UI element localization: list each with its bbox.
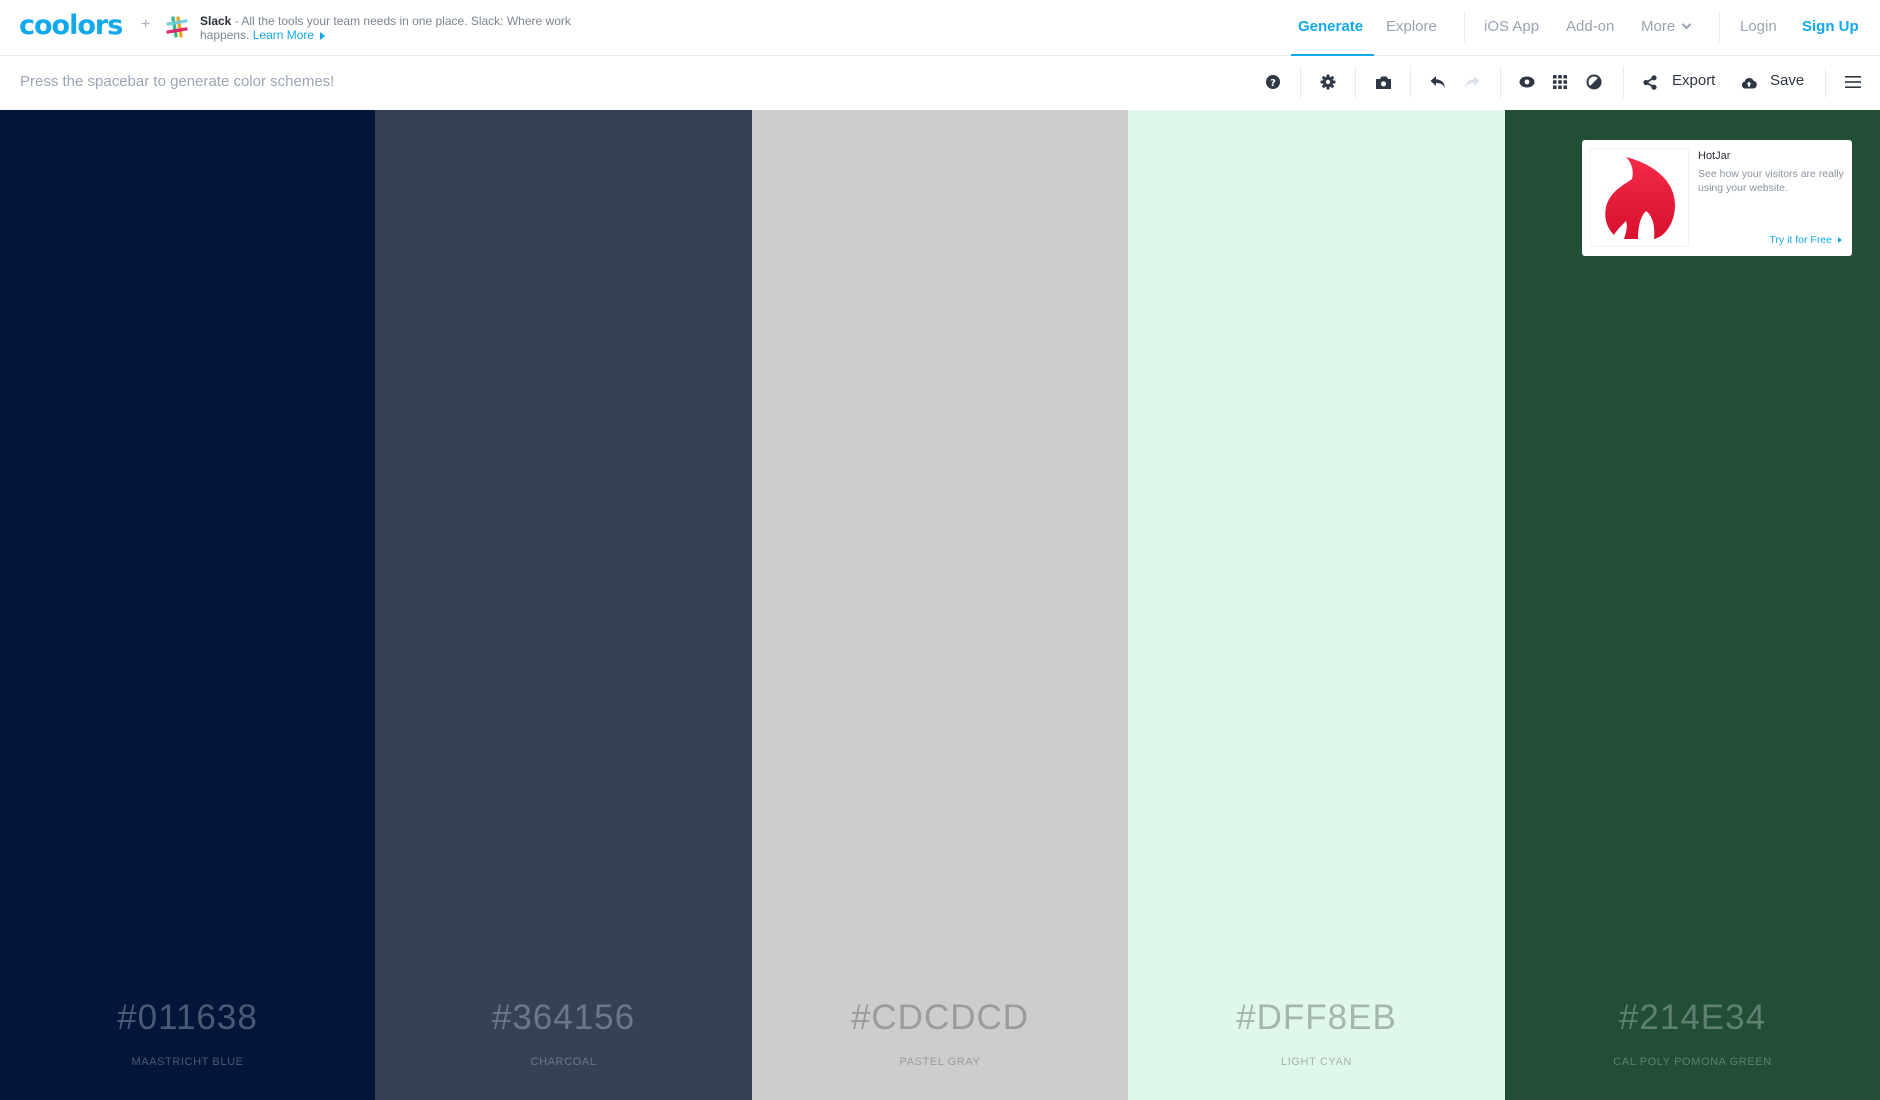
share-icon[interactable] — [1639, 71, 1661, 93]
hex-code[interactable]: #364156 — [375, 998, 752, 1038]
flame-icon — [1604, 156, 1675, 239]
toolbar-divider — [1623, 66, 1624, 98]
nav-divider — [1464, 12, 1465, 42]
color-name: CHARCOAL — [530, 1056, 597, 1068]
svg-text:?: ? — [1270, 78, 1276, 89]
undo-icon[interactable] — [1427, 71, 1449, 93]
hex-code[interactable]: #011638 — [0, 998, 375, 1038]
color-column[interactable]: #364156 CHARCOAL — [375, 110, 752, 1100]
nav-generate[interactable]: Generate — [1298, 0, 1363, 56]
camera-icon[interactable] — [1372, 71, 1394, 93]
toolbar-divider — [1500, 66, 1501, 98]
caret-right-icon — [320, 31, 326, 40]
ad-cta-label: Try it for Free — [1769, 234, 1832, 246]
ad-description: See how your visitors are really using y… — [1698, 168, 1844, 194]
ad-brand: Slack — [200, 14, 232, 28]
color-name: PASTEL GRAY — [899, 1056, 981, 1068]
contrast-icon[interactable] — [1583, 71, 1605, 93]
nav-addon[interactable]: Add-on — [1566, 0, 1614, 56]
help-icon[interactable]: ? — [1262, 71, 1284, 93]
learn-more-link[interactable]: Learn More — [253, 28, 314, 42]
color-column[interactable]: #011638 MAASTRICHT BLUE — [0, 110, 375, 1100]
color-column[interactable]: #214E34 CAL POLY POMONA GREEN — [1505, 110, 1880, 1100]
cloud-upload-icon[interactable] — [1738, 71, 1760, 93]
nav-ios-app[interactable]: iOS App — [1484, 0, 1539, 56]
hotjar-ad-card[interactable]: HotJar See how your visitors are really … — [1582, 140, 1852, 256]
ad-image — [1590, 148, 1689, 247]
toolbar-divider — [1300, 66, 1301, 98]
spacebar-hint: Press the spacebar to generate color sch… — [20, 73, 335, 90]
menu-icon[interactable] — [1842, 71, 1864, 93]
color-palette: #011638 MAASTRICHT BLUE #364156 CHARCOAL… — [0, 110, 1880, 1100]
sponsor-ad: Slack - All the tools your team needs in… — [200, 14, 620, 42]
hex-code[interactable]: #214E34 — [1505, 998, 1880, 1038]
color-name: MAASTRICHT BLUE — [131, 1056, 244, 1068]
caret-right-icon — [1838, 237, 1842, 244]
hex-code[interactable]: #DFF8EB — [1128, 998, 1505, 1038]
coolors-logo[interactable]: coolors — [19, 12, 123, 40]
toolbar-divider — [1355, 66, 1356, 98]
ad-cta-link[interactable]: Try it for Free — [1769, 234, 1842, 246]
chevron-down-icon — [1681, 19, 1692, 30]
redo-icon[interactable] — [1461, 71, 1483, 93]
ad-title: HotJar — [1698, 150, 1731, 162]
export-button[interactable]: Export — [1672, 72, 1715, 89]
slack-logo-icon[interactable] — [165, 15, 189, 39]
toolbar-divider — [1825, 66, 1826, 98]
grid-icon[interactable] — [1549, 71, 1571, 93]
save-button[interactable]: Save — [1770, 72, 1804, 89]
nav-login[interactable]: Login — [1740, 0, 1777, 56]
nav-divider — [1719, 12, 1720, 42]
color-column[interactable]: #DFF8EB LIGHT CYAN — [1128, 110, 1505, 1100]
hex-code[interactable]: #CDCDCD — [752, 998, 1128, 1038]
color-column[interactable]: #CDCDCD PASTEL GRAY — [752, 110, 1128, 1100]
top-header: coolors + Slack - All the tools your tea… — [0, 0, 1880, 56]
color-name: CAL POLY POMONA GREEN — [1613, 1056, 1772, 1068]
color-name: LIGHT CYAN — [1281, 1056, 1352, 1068]
nav-signup[interactable]: Sign Up — [1802, 0, 1859, 56]
nav-more[interactable]: More — [1641, 0, 1692, 56]
toolbar-divider — [1410, 66, 1411, 98]
settings-icon[interactable] — [1317, 71, 1339, 93]
nav-more-label: More — [1641, 18, 1676, 35]
plus-sign: + — [141, 16, 151, 33]
eye-icon[interactable] — [1516, 71, 1538, 93]
nav-explore[interactable]: Explore — [1386, 0, 1437, 56]
